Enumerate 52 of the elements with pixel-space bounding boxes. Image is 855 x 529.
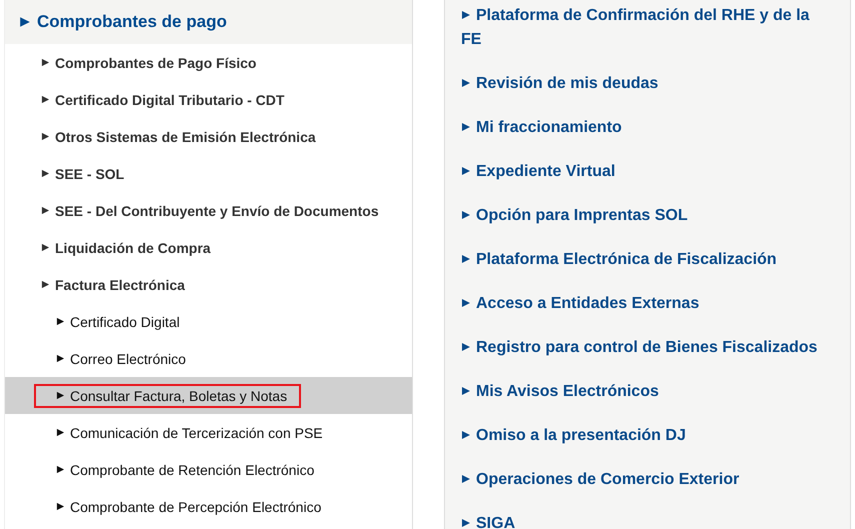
menu-link[interactable]: Plataforma Electrónica de Fiscalización <box>461 248 832 272</box>
triangle-icon <box>461 10 471 20</box>
menu-link[interactable]: SIGA <box>461 512 832 529</box>
triangle-icon <box>461 166 471 176</box>
triangle-icon <box>461 430 471 440</box>
menu-item[interactable]: Comunicación de Tercerización con PSE <box>34 420 337 444</box>
menu-link[interactable]: Expediente Virtual <box>461 160 832 184</box>
triangle-icon <box>461 342 471 352</box>
menu-item[interactable]: SEE - Del Contribuyente y Envío de Documentos <box>19 198 393 222</box>
menu-link[interactable]: Mi fraccionamiento <box>461 116 832 140</box>
menu-item[interactable]: Consultar Factura, Boletas y Notas <box>34 384 302 408</box>
menu-link[interactable]: Registro para control de Bienes Fiscalizados <box>461 336 832 360</box>
menu-item[interactable]: Liquidación de Compra <box>19 236 225 260</box>
menu-item[interactable]: Factura Electrónica <box>19 272 199 296</box>
menu-item[interactable]: Comprobantes de Pago Físico <box>19 50 270 74</box>
menu-item[interactable]: Comprobante de Retención Electrónico <box>34 458 328 482</box>
triangle-icon <box>461 78 471 88</box>
triangle-icon <box>56 391 65 400</box>
triangle-icon <box>461 518 471 528</box>
menu-item[interactable]: Correo Electrónico <box>34 346 200 370</box>
menu-link[interactable]: Omiso a la presentación DJ <box>461 424 832 448</box>
menu-link[interactable]: Opción para Imprentas SOL <box>461 204 832 228</box>
menu-header[interactable]: Comprobantes de pago <box>5 0 412 44</box>
menu-item[interactable]: SEE - SOL <box>19 162 138 186</box>
triangle-icon <box>461 474 471 484</box>
triangle-icon <box>461 386 471 396</box>
menu-link[interactable]: Acceso a Entidades Externas <box>461 292 832 316</box>
triangle-icon <box>41 169 50 178</box>
triangle-icon <box>41 280 50 289</box>
triangle-icon <box>41 95 50 104</box>
menu-item[interactable]: Otros Sistemas de Emisión Electrónica <box>19 124 330 148</box>
menu-link[interactable]: Operaciones de Comercio Exterior <box>461 468 832 492</box>
triangle-icon <box>19 16 31 28</box>
triangle-icon <box>41 243 50 252</box>
triangle-icon <box>41 58 50 67</box>
triangle-icon <box>56 354 65 363</box>
triangle-icon <box>56 502 65 511</box>
menu-item[interactable]: Certificado Digital Tributario - CDT <box>19 88 298 112</box>
triangle-icon <box>41 206 50 215</box>
triangle-icon <box>461 254 471 264</box>
menu-link[interactable]: Revisión de mis deudas <box>461 72 832 96</box>
triangle-icon <box>56 317 65 326</box>
menu-item[interactable]: Certificado Digital <box>34 310 194 334</box>
triangle-icon <box>461 122 471 132</box>
menu-link[interactable]: Mis Avisos Electrónicos <box>461 380 832 404</box>
triangle-icon <box>461 298 471 308</box>
triangle-icon <box>41 132 50 141</box>
menu-item[interactable]: Comprobante de Percepción Electrónico <box>34 494 336 518</box>
menu-link[interactable]: Plataforma de Confirmación del RHE y de la FE <box>461 4 832 52</box>
triangle-icon <box>56 428 65 437</box>
triangle-icon <box>461 210 471 220</box>
triangle-icon <box>56 465 65 474</box>
